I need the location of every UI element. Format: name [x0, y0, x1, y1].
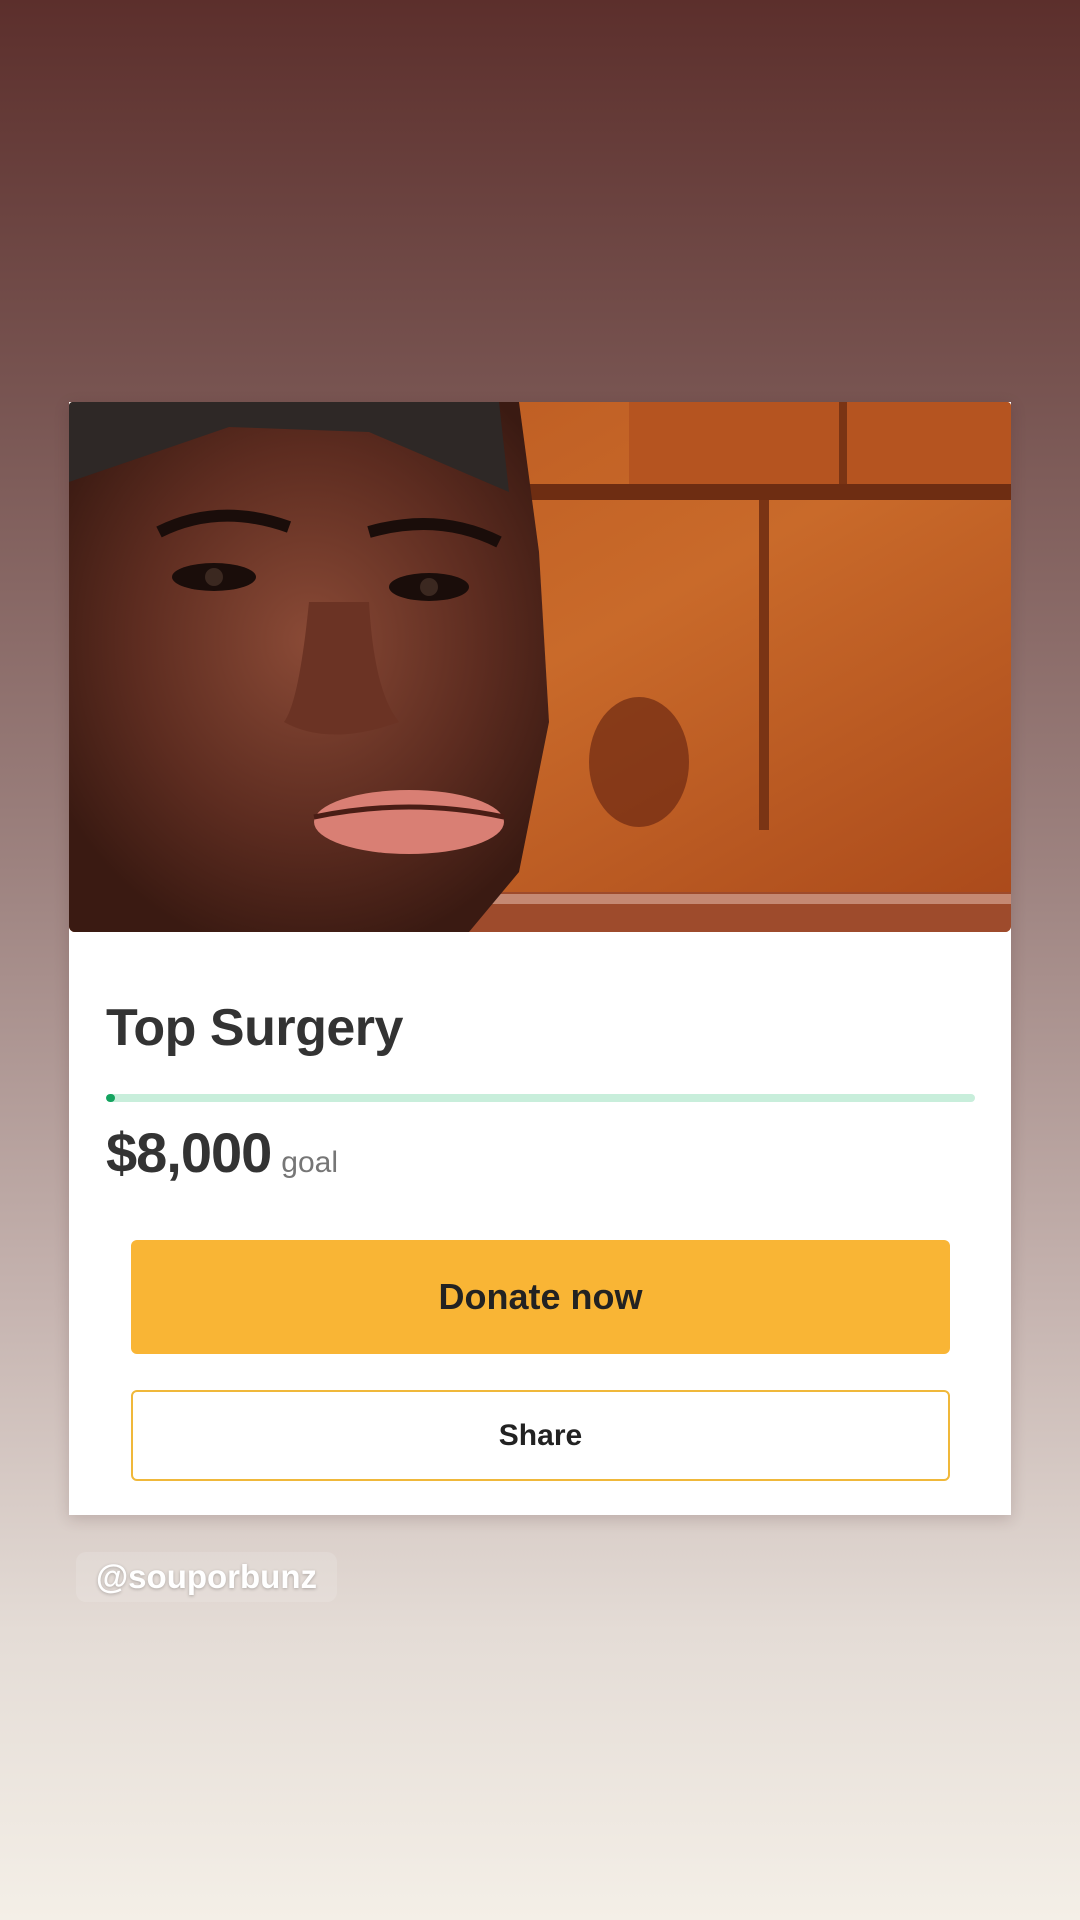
user-mention-sticker[interactable]: @souporbunz [76, 1552, 337, 1602]
goal-row: $8,000 goal [106, 1120, 338, 1185]
goal-amount: $8,000 [106, 1121, 272, 1184]
progress-bar [106, 1094, 975, 1102]
fundraiser-card: Top Surgery $8,000 goal Donate now Share [69, 402, 1011, 1515]
goal-label: goal [281, 1146, 338, 1179]
campaign-photo [69, 402, 1011, 932]
share-button[interactable]: Share [131, 1390, 950, 1481]
progress-fill [106, 1094, 115, 1102]
fundraiser-title: Top Surgery [106, 999, 403, 1057]
donate-now-button[interactable]: Donate now [131, 1240, 950, 1354]
